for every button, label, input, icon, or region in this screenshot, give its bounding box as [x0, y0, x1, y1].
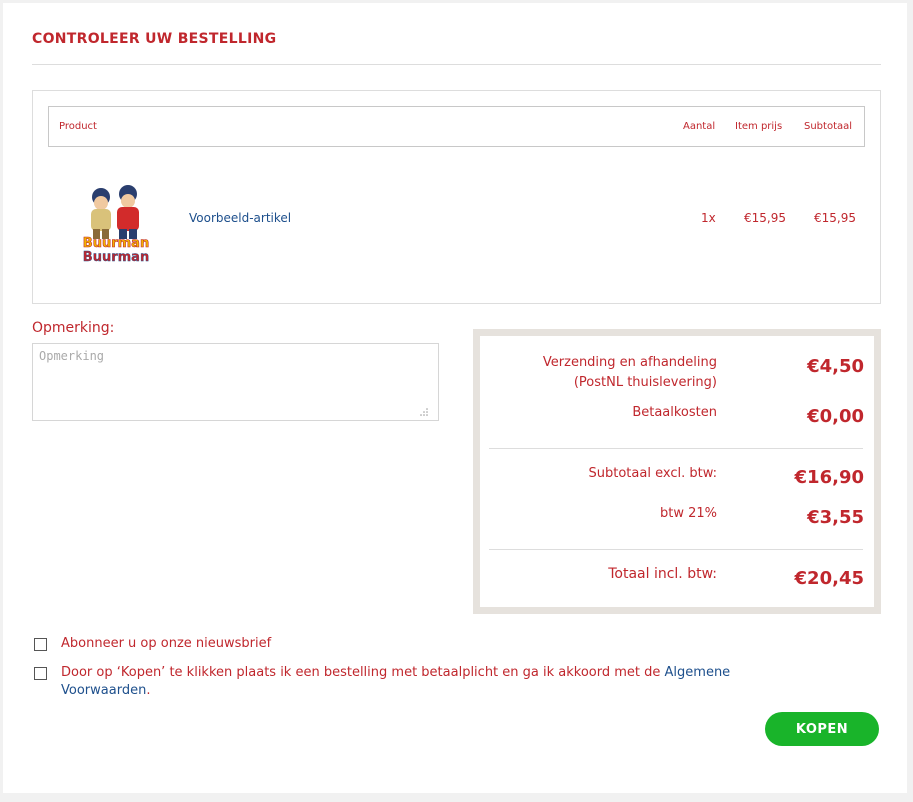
header-item-price: Item prijs [735, 121, 783, 132]
product-item-price: €15,95 [744, 211, 786, 225]
header-subtotal: Subtotaal [804, 121, 853, 132]
subtotal-label: Subtotaal excl. btw: [588, 466, 717, 481]
header-quantity: Aantal [683, 121, 716, 132]
newsletter-checkbox[interactable] [34, 638, 47, 651]
newsletter-label[interactable]: Abonneer u op onze nieuwsbrief [61, 635, 761, 653]
shipping-label: Verzending en afhandeling [542, 355, 717, 370]
terms-label: Door op ‘Kopen’ te klikken plaats ik een… [61, 664, 761, 700]
resize-grip-icon[interactable] [420, 408, 428, 416]
cart-table: Product Aantal Item prijs Subtotaal Buur… [32, 90, 881, 304]
remark-label: Opmerking: [32, 320, 115, 336]
buy-button[interactable]: KOPEN [765, 712, 879, 746]
vat-label: btw 21% [659, 506, 717, 521]
cart-table-header: Product Aantal Item prijs Subtotaal [48, 106, 865, 147]
subtotal-value: €16,90 [794, 467, 864, 488]
payment-costs-value: €0,00 [807, 406, 864, 427]
product-subtotal: €15,95 [814, 211, 856, 225]
vat-value: €3,55 [807, 507, 864, 528]
title-divider [32, 64, 881, 65]
svg-text:Buurman: Buurman [83, 250, 149, 265]
remark-textarea[interactable] [32, 343, 439, 421]
terms-checkbox[interactable] [34, 667, 47, 680]
product-image[interactable]: Buurman Buurman [71, 183, 161, 267]
product-quantity: 1x [701, 211, 716, 225]
totals-divider [489, 549, 863, 550]
order-totals: Verzending en afhandeling (PostNL thuisl… [473, 329, 881, 614]
product-name-link[interactable]: Voorbeeld-artikel [189, 211, 291, 225]
svg-text:Buurman: Buurman [83, 236, 149, 251]
shipping-value: €4,50 [807, 356, 864, 377]
page-title: CONTROLEER UW BESTELLING [32, 31, 277, 47]
header-product: Product [59, 121, 97, 132]
terms-text: Door op ‘Kopen’ te klikken plaats ik een… [61, 665, 665, 680]
total-value: €20,45 [794, 568, 864, 589]
total-label: Totaal incl. btw: [608, 566, 717, 582]
checkout-card: CONTROLEER UW BESTELLING Product Aantal … [3, 3, 907, 793]
terms-text-end: . [146, 683, 151, 698]
payment-costs-label: Betaalkosten [632, 405, 717, 420]
totals-divider [489, 448, 863, 449]
shipping-method: (PostNL thuislevering) [573, 375, 717, 390]
